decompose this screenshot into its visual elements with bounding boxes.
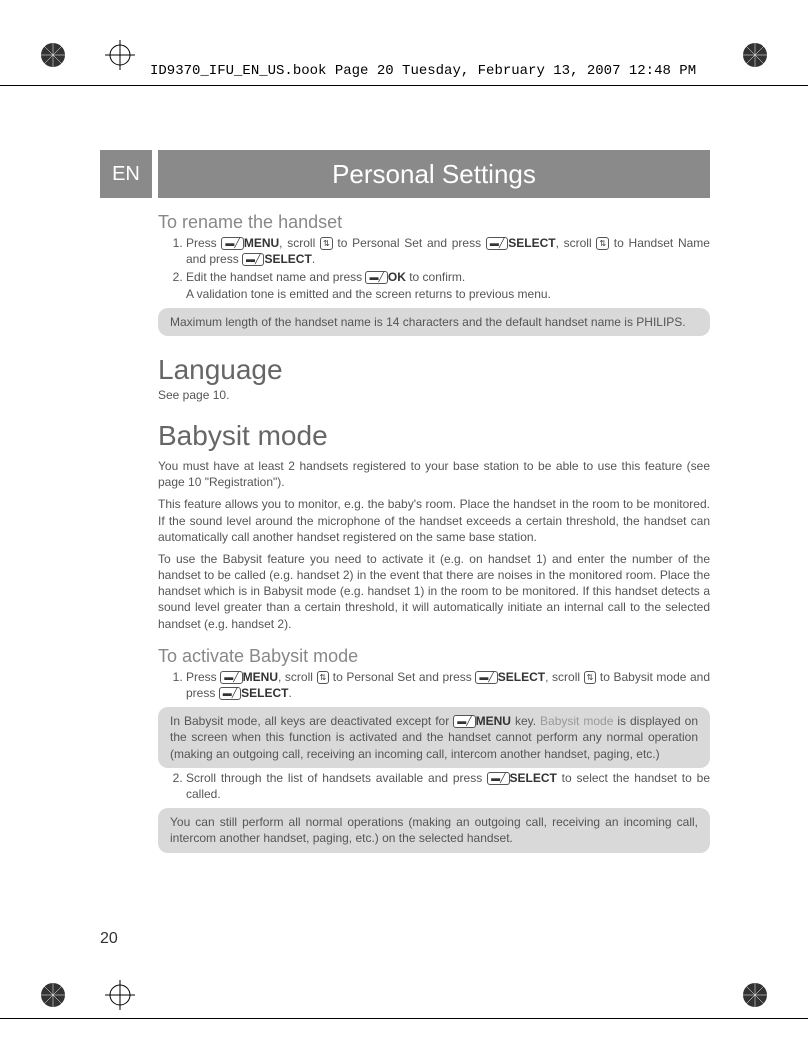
rename-steps: Press ▬╱MENU, scroll ⇅ to Personal Set a… bbox=[158, 235, 710, 302]
softkey-icon: ▬╱ bbox=[365, 271, 387, 284]
crop-mark-icon bbox=[105, 40, 135, 70]
list-item: Press ▬╱MENU, scroll ⇅ to Personal Set a… bbox=[186, 235, 710, 267]
list-item: Scroll through the list of handsets avai… bbox=[186, 770, 710, 802]
scroll-icon: ⇅ bbox=[317, 671, 330, 684]
page-content: EN Personal Settings To rename the hands… bbox=[100, 150, 710, 853]
scroll-icon: ⇅ bbox=[584, 671, 597, 684]
color-rosette-icon bbox=[40, 982, 66, 1008]
color-rosette-icon bbox=[40, 42, 66, 68]
page-title: Personal Settings bbox=[158, 150, 710, 198]
softkey-icon: ▬╱ bbox=[486, 237, 508, 250]
page-number: 20 bbox=[100, 930, 118, 948]
paragraph: You must have at least 2 handsets regist… bbox=[158, 458, 710, 490]
color-rosette-icon bbox=[742, 42, 768, 68]
heading-language: Language bbox=[158, 354, 710, 386]
softkey-icon: ▬╱ bbox=[453, 715, 475, 728]
note-box: In Babysit mode, all keys are deactivate… bbox=[158, 707, 710, 768]
paragraph: This feature allows you to monitor, e.g.… bbox=[158, 496, 710, 545]
scroll-icon: ⇅ bbox=[596, 237, 609, 250]
softkey-icon: ▬╱ bbox=[221, 237, 243, 250]
softkey-icon: ▬╱ bbox=[475, 671, 497, 684]
activate-steps: Press ▬╱MENU, scroll ⇅ to Personal Set a… bbox=[158, 669, 710, 701]
color-rosette-icon bbox=[742, 982, 768, 1008]
heading-rename: To rename the handset bbox=[158, 212, 710, 233]
paragraph: To use the Babysit feature you need to a… bbox=[158, 551, 710, 632]
heading-babysit: Babysit mode bbox=[158, 420, 710, 452]
language-subtext: See page 10. bbox=[158, 388, 710, 402]
heading-activate-babysit: To activate Babysit mode bbox=[158, 646, 710, 667]
softkey-icon: ▬╱ bbox=[220, 671, 242, 684]
language-tab: EN bbox=[100, 150, 152, 198]
framemaker-header: ID9370_IFU_EN_US.book Page 20 Tuesday, F… bbox=[150, 63, 696, 79]
crop-mark-icon bbox=[105, 980, 135, 1010]
list-item: Press ▬╱MENU, scroll ⇅ to Personal Set a… bbox=[186, 669, 710, 701]
list-item: Edit the handset name and press ▬╱OK to … bbox=[186, 269, 710, 301]
note-box: Maximum length of the handset name is 14… bbox=[158, 308, 710, 336]
scroll-icon: ⇅ bbox=[320, 237, 333, 250]
activate-steps-2: Scroll through the list of handsets avai… bbox=[158, 770, 710, 802]
trim-line-bottom bbox=[0, 1018, 808, 1019]
softkey-icon: ▬╱ bbox=[219, 687, 241, 700]
trim-line-top bbox=[0, 85, 808, 86]
note-box: You can still perform all normal operati… bbox=[158, 808, 710, 852]
softkey-icon: ▬╱ bbox=[242, 253, 264, 266]
softkey-icon: ▬╱ bbox=[487, 772, 509, 785]
